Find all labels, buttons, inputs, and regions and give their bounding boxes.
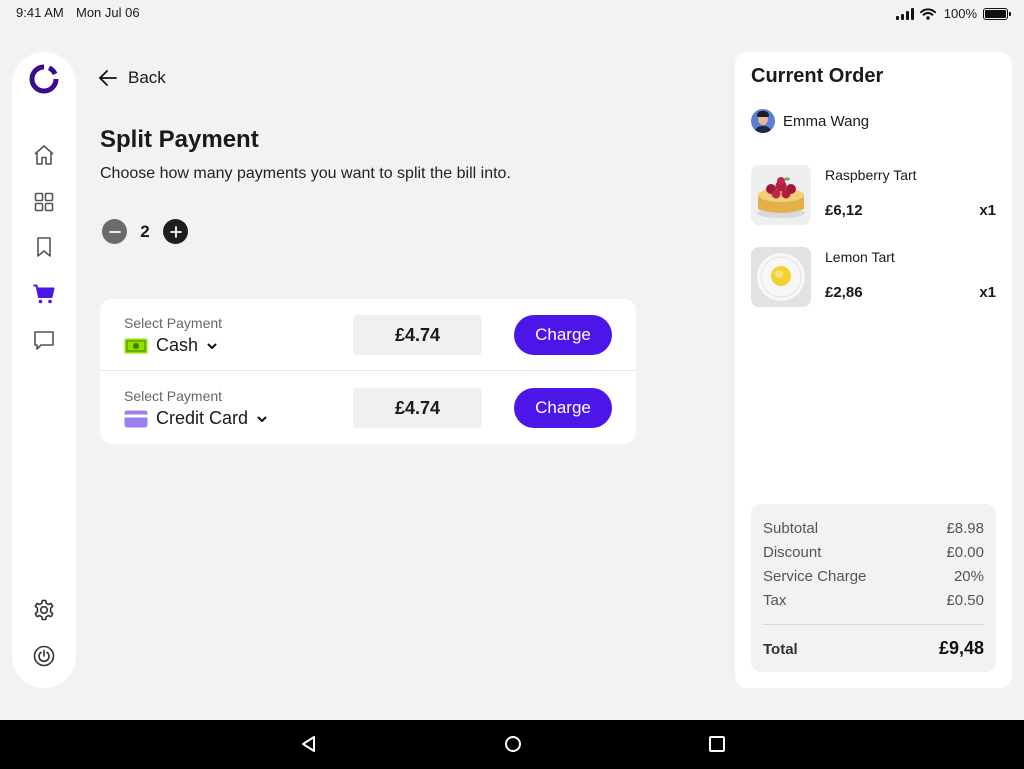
- nav-home-icon[interactable]: [503, 734, 523, 754]
- minus-icon: [108, 230, 121, 233]
- item-name: Lemon Tart: [825, 249, 895, 265]
- arrow-left-icon: [99, 70, 117, 86]
- cash-icon: [124, 338, 148, 353]
- app-logo: [29, 64, 59, 94]
- item-quantity: x1: [979, 284, 996, 301]
- summary-label: Service Charge: [763, 568, 867, 585]
- payment-row: Select Payment Credit Card £4.74 Charge: [100, 372, 636, 444]
- payment-select-label: Select Payment: [124, 315, 223, 331]
- customer-name: Emma Wang: [783, 112, 870, 130]
- item-price: £2,86: [825, 284, 863, 301]
- order-item: Lemon Tart £2,86 x1: [751, 247, 996, 309]
- payment-amount: £4.74: [353, 315, 482, 355]
- summary-row: Discount £0.00: [763, 544, 984, 561]
- wifi-icon: [919, 7, 936, 20]
- status-time: 9:41 AM: [16, 5, 64, 20]
- charge-button[interactable]: Charge: [514, 315, 612, 355]
- payment-amount: £4.74: [353, 388, 482, 428]
- gear-icon[interactable]: [32, 598, 56, 622]
- summary-row: Subtotal £8.98: [763, 520, 984, 537]
- order-item: Raspberry Tart £6,12 x1: [751, 165, 996, 227]
- order-title: Current Order: [751, 65, 884, 87]
- page-title: Split Payment: [100, 126, 259, 153]
- item-thumbnail: [751, 165, 811, 225]
- total-row: Total £9,48: [763, 638, 984, 659]
- order-summary: Subtotal £8.98 Discount £0.00 Service Ch…: [751, 504, 996, 672]
- item-price: £6,12: [825, 202, 863, 219]
- lemon-tart-image: [751, 247, 811, 307]
- signal-icon: [895, 7, 914, 20]
- payment-method-select[interactable]: Credit Card: [124, 408, 268, 429]
- plus-icon: [169, 225, 182, 238]
- summary-value: £0.50: [946, 592, 984, 609]
- split-payments-card: Select Payment Cash £4.74 Charge Select …: [100, 299, 636, 444]
- decrease-button[interactable]: [102, 219, 127, 244]
- system-nav-bar: [0, 720, 1024, 769]
- payment-method-label: Credit Card: [156, 408, 249, 428]
- bookmark-icon[interactable]: [32, 235, 56, 259]
- nav-recents-icon[interactable]: [707, 734, 727, 754]
- payment-method-label: Cash: [156, 335, 199, 355]
- summary-label: Discount: [763, 544, 822, 561]
- item-name: Raspberry Tart: [825, 167, 917, 183]
- increase-button[interactable]: [163, 219, 188, 244]
- current-order-panel: Current Order Emma Wang Raspberry Tart £…: [735, 52, 1012, 688]
- battery-icon: [983, 7, 1011, 20]
- payment-select-label: Select Payment: [124, 388, 223, 404]
- back-button[interactable]: Back: [98, 68, 166, 88]
- total-label: Total: [763, 641, 798, 658]
- sidebar: [12, 52, 76, 688]
- total-value: £9,48: [938, 638, 984, 658]
- status-bar: 9:41 AM Mon Jul 06 100%: [0, 0, 1024, 30]
- page-subtitle: Choose how many payments you want to spl…: [100, 165, 511, 182]
- split-count-stepper: 2: [102, 219, 188, 244]
- summary-value: £8.98: [946, 520, 984, 537]
- summary-value: 20%: [953, 568, 984, 585]
- payment-row: Select Payment Cash £4.74 Charge: [100, 299, 636, 371]
- customer: Emma Wang: [751, 109, 869, 133]
- item-quantity: x1: [979, 202, 996, 219]
- summary-label: Subtotal: [763, 520, 819, 537]
- status-date: Mon Jul 06: [76, 5, 140, 20]
- grid-icon[interactable]: [32, 190, 56, 214]
- battery-percent: 100%: [943, 6, 977, 21]
- summary-value: £0.00: [946, 544, 984, 561]
- chat-icon[interactable]: [32, 328, 56, 352]
- summary-divider: [763, 624, 984, 625]
- summary-row: Service Charge 20%: [763, 568, 984, 585]
- avatar: [751, 109, 775, 133]
- item-thumbnail: [751, 247, 811, 307]
- home-icon[interactable]: [32, 143, 56, 167]
- power-icon[interactable]: [32, 644, 56, 668]
- raspberry-tart-image: [751, 165, 811, 225]
- payment-method-select[interactable]: Cash: [124, 335, 218, 356]
- chevron-down-icon: [257, 416, 267, 422]
- back-label: Back: [128, 68, 166, 87]
- chevron-down-icon: [207, 343, 217, 349]
- status-indicators: 100%: [895, 6, 1011, 21]
- cart-icon[interactable]: [32, 282, 56, 306]
- split-count: 2: [140, 221, 150, 241]
- credit-card-icon: [124, 410, 148, 427]
- summary-row: Tax £0.50: [763, 592, 984, 609]
- charge-button[interactable]: Charge: [514, 388, 612, 428]
- summary-label: Tax: [763, 592, 787, 609]
- nav-back-icon[interactable]: [299, 734, 319, 754]
